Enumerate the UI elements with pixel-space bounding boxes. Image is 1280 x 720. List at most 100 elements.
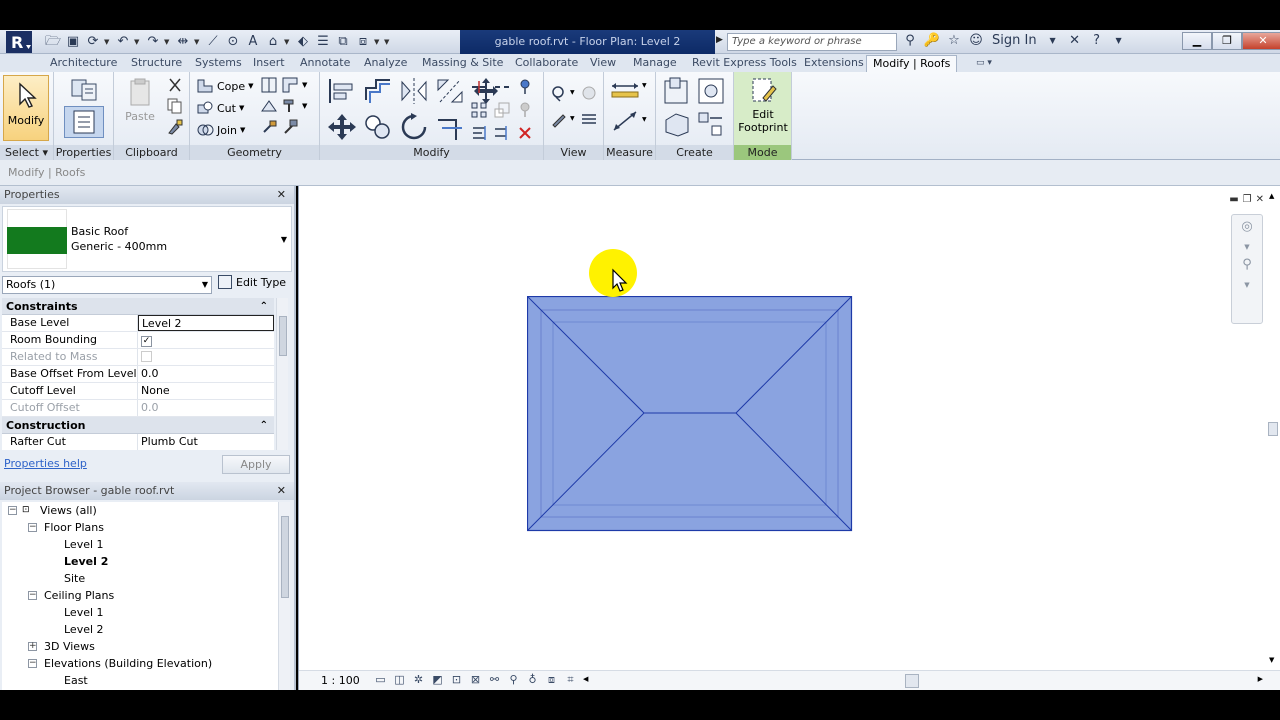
delete-icon[interactable] [516, 124, 534, 142]
mirror-axis-icon[interactable] [398, 76, 430, 106]
split-element-icon[interactable] [470, 78, 488, 96]
property-value[interactable]: ✓ [138, 332, 274, 348]
chevron-down-icon[interactable]: ▼ [302, 76, 320, 94]
cope-button[interactable]: Cope ▼ [196, 77, 254, 95]
browser-node[interactable]: East [2, 672, 278, 689]
measure-icon[interactable]: ⇹ [174, 33, 192, 51]
linework-icon[interactable] [550, 110, 568, 128]
search-input[interactable]: Type a keyword or phrase [727, 33, 897, 51]
browser-node[interactable]: Level 1 [2, 536, 278, 553]
property-group-header[interactable]: Construction ⌃ [2, 417, 274, 434]
view-scale[interactable]: 1 : 100 [321, 674, 371, 687]
trim-multiple-icon[interactable] [470, 124, 488, 142]
restore-button[interactable]: ❐ [1212, 32, 1242, 50]
tab-systems[interactable]: Systems [195, 55, 242, 72]
close-icon[interactable]: ✕ [277, 186, 286, 204]
temporary-hide-icon[interactable]: ⚲ [504, 673, 523, 689]
close-view-icon[interactable]: ✕ [1256, 194, 1264, 205]
tab-structure[interactable]: Structure [131, 55, 182, 72]
chevron-down-icon[interactable]: ▼ [134, 38, 142, 46]
chevron-down-icon[interactable]: ▼ [1235, 281, 1259, 291]
chevron-down-icon[interactable]: ▼ [570, 110, 578, 128]
temporary-view-icon[interactable]: ⧈ [542, 673, 561, 689]
measure-between-icon[interactable] [610, 78, 640, 100]
paint-icon[interactable] [281, 97, 299, 115]
scrollbar-thumb[interactable] [281, 516, 289, 598]
collapse-icon[interactable]: − [8, 506, 17, 515]
sun-path-icon[interactable]: ✲ [409, 673, 428, 689]
split-gap-icon[interactable] [493, 78, 511, 96]
collapse-icon[interactable]: − [28, 523, 37, 532]
edit-footprint-button[interactable]: Edit Footprint [737, 76, 789, 134]
text-icon[interactable]: A [244, 33, 262, 51]
chevron-left-icon[interactable]: ◀ [583, 675, 588, 683]
chevron-down-icon[interactable]: ▼ [164, 38, 172, 46]
tab-analyze[interactable]: Analyze [364, 55, 407, 72]
tab-view[interactable]: View [590, 55, 616, 72]
chevron-right-icon[interactable]: ▶ [716, 35, 723, 45]
help-icon[interactable]: ? [1087, 33, 1107, 48]
property-value[interactable]: Plumb Cut [138, 434, 274, 450]
section-icon[interactable]: ⬖ [294, 33, 312, 51]
chevron-down-icon[interactable]: ▼ [302, 97, 320, 115]
shadows-icon[interactable]: ◩ [428, 673, 447, 689]
browser-node[interactable]: Site [2, 570, 278, 587]
analytical-model-icon[interactable]: ⌗ [561, 673, 580, 689]
copy-element-icon[interactable] [362, 112, 394, 142]
match-properties-icon[interactable] [166, 118, 184, 136]
aligned-dimension-icon[interactable] [610, 108, 640, 134]
tab-annotate[interactable]: Annotate [300, 55, 350, 72]
edit-type-button[interactable]: Edit Type [218, 275, 286, 289]
join-button[interactable]: Join ▼ [196, 121, 245, 139]
subscription-icon[interactable]: 🔑 [922, 33, 942, 48]
browser-node[interactable]: − Floor Plans [2, 519, 278, 536]
collapse-icon[interactable]: − [28, 591, 37, 600]
browser-scrollbar[interactable] [278, 502, 290, 690]
browser-node[interactable]: +3D Views [2, 638, 278, 655]
browser-node[interactable]: Level 1 [2, 604, 278, 621]
canvas-vertical-scrollbar[interactable]: ▲ ▼ [1266, 186, 1280, 670]
sync-icon[interactable]: ⟳ [84, 33, 102, 51]
minimize-button[interactable]: ▁ [1182, 32, 1212, 50]
mirror-draw-icon[interactable] [434, 76, 466, 106]
close-icon[interactable]: ✕ [277, 482, 286, 500]
zoom-icon[interactable]: ⚲ [1235, 257, 1259, 281]
create-parts-icon[interactable] [662, 76, 692, 106]
close-button[interactable]: ✕ [1242, 32, 1280, 50]
unpin-icon[interactable] [516, 101, 534, 119]
collapse-icon[interactable]: ⌃ [260, 417, 268, 434]
collapse-icon[interactable]: − [28, 659, 37, 668]
aligned-dimension-icon[interactable]: ⟋ [204, 33, 222, 51]
tab-modify-roofs[interactable]: Modify | Roofs [866, 55, 958, 72]
split-face-icon[interactable] [260, 76, 278, 94]
move-arrows-icon[interactable] [326, 112, 358, 142]
copy-icon[interactable] [166, 97, 184, 115]
tab-architecture[interactable]: Architecture [50, 55, 117, 72]
binoculars-icon[interactable]: ⚲ [900, 33, 920, 48]
create-similar-icon[interactable] [696, 110, 726, 138]
apply-button[interactable]: Apply [222, 455, 290, 474]
browser-node[interactable]: − Ceiling Plans [2, 587, 278, 604]
tab-collaborate[interactable]: Collaborate [515, 55, 578, 72]
pin-icon[interactable] [516, 78, 534, 96]
paste-button[interactable]: Paste [120, 76, 160, 123]
detail-level-icon[interactable]: ▭ [371, 673, 390, 689]
chevron-down-icon[interactable]: ▼ [194, 38, 202, 46]
panel-toggle-icon[interactable]: ▭ ▾ [976, 55, 992, 72]
scrollbar-thumb[interactable] [1268, 422, 1278, 436]
unlocked-3d-icon[interactable]: ⚯ [485, 673, 504, 689]
chevron-down-icon[interactable]: ▼ [570, 84, 578, 102]
properties-toggle-button[interactable] [64, 106, 104, 138]
exchange-apps-icon[interactable]: ✕ [1065, 33, 1085, 48]
properties-help-link[interactable]: Properties help [4, 457, 87, 470]
expand-icon[interactable]: + [28, 642, 37, 651]
rotate-icon[interactable] [398, 112, 430, 142]
favorites-icon[interactable]: ☆ [944, 33, 964, 48]
cut-geometry-button[interactable]: Cut ▼ [196, 99, 244, 117]
chevron-down-icon[interactable]: ▼ [1235, 243, 1259, 253]
crop-region-icon[interactable]: ⊠ [466, 673, 485, 689]
user-icon[interactable]: ☺ [966, 33, 986, 48]
switch-windows-icon[interactable]: ⧈ [354, 33, 372, 51]
tab-insert[interactable]: Insert [253, 55, 285, 72]
trim-single-icon[interactable] [493, 124, 511, 142]
